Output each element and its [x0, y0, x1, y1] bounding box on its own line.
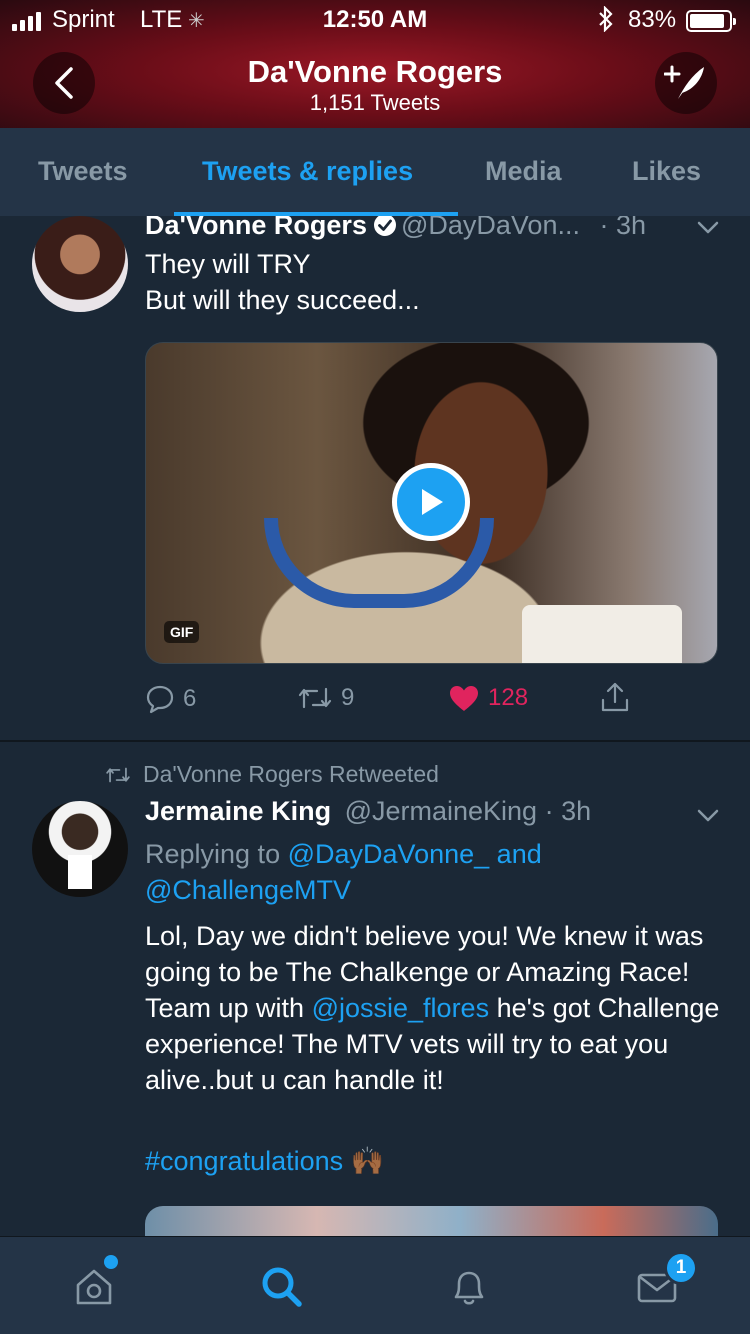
tweet-feed[interactable]: Da'Vonne Rogers @DayDaVon... · 3h They wi… — [0, 216, 750, 1236]
tweet-divider — [0, 740, 750, 742]
tweet-count: 1,151 Tweets — [309, 90, 441, 115]
mention-link[interactable]: @ChallengeMTV — [145, 875, 351, 905]
avatar[interactable] — [32, 801, 128, 897]
retweet-icon — [298, 687, 332, 709]
retweeted-by: Da'Vonne Rogers Retweeted — [105, 761, 439, 788]
retweet-button[interactable]: 9 — [297, 684, 354, 712]
search-icon — [262, 1267, 302, 1307]
reply-icon — [146, 685, 174, 714]
replying-prefix: Replying to — [145, 839, 281, 869]
tweet-text: Lol, Day we didn't believe you! We knew … — [145, 918, 725, 1098]
mention-link[interactable]: @DayDaVonne_ — [288, 839, 490, 869]
tab-likes[interactable]: Likes — [632, 156, 701, 187]
replying-and: and — [496, 839, 542, 869]
replying-to: Replying to @DayDaVonne_ and @ChallengeM… — [145, 836, 725, 908]
bell-icon — [454, 1271, 484, 1305]
tweet-header: Jermaine King @JermaineKing · 3h — [145, 796, 591, 827]
compose-tweet-button[interactable] — [655, 52, 717, 114]
retweeted-by-label[interactable]: Da'Vonne Rogers Retweeted — [143, 761, 439, 788]
gif-badge: GIF — [164, 621, 200, 643]
mention-link[interactable]: @jossie_flores — [312, 993, 489, 1023]
battery-icon — [686, 10, 736, 32]
notifications-tab[interactable] — [441, 1259, 497, 1315]
profile-header: Sprint LTE ✳ 12:50 AM 83% Da'Vonne Roger… — [0, 0, 750, 128]
like-button[interactable]: 128 — [448, 684, 528, 712]
media-image-detail — [522, 605, 682, 663]
status-bar: Sprint LTE ✳ 12:50 AM 83% — [0, 0, 750, 40]
search-tab[interactable] — [254, 1259, 310, 1315]
play-icon — [422, 489, 443, 515]
home-icon — [76, 1269, 112, 1305]
tweet-time: · 3h — [599, 216, 647, 240]
compose-feather-icon — [664, 65, 704, 99]
chevron-down-icon[interactable] — [696, 220, 720, 241]
tweet-media[interactable] — [145, 1206, 718, 1236]
bluetooth-icon — [597, 5, 615, 39]
avatar[interactable] — [32, 216, 128, 312]
verified-badge-icon — [373, 216, 397, 244]
bottom-tab-bar: 1 — [0, 1236, 750, 1334]
tweet-text-line: They will TRY — [145, 249, 311, 279]
hashtag-link[interactable]: #congratulations — [145, 1146, 343, 1176]
heart-icon — [450, 686, 478, 711]
media-image-detail — [264, 518, 494, 608]
messages-badge: 1 — [664, 1251, 698, 1285]
author-handle: @JermaineKing — [344, 796, 538, 826]
tab-media[interactable]: Media — [485, 156, 562, 187]
profile-name: Da'Vonne Rogers — [247, 54, 503, 89]
tab-tweets[interactable]: Tweets — [38, 156, 128, 187]
play-button[interactable] — [392, 463, 470, 541]
share-icon — [601, 682, 629, 712]
hashtag-line: #congratulations 🙌🏾 — [145, 1143, 725, 1179]
reply-count: 6 — [183, 685, 197, 712]
share-button[interactable] — [598, 680, 632, 714]
author-name[interactable]: Jermaine King — [145, 796, 331, 826]
tweet-time: · 3h — [544, 796, 592, 826]
retweet-icon — [106, 767, 130, 782]
profile-tabs: Tweets Tweets & replies Media Likes — [0, 128, 750, 216]
tab-tweets-and-replies[interactable]: Tweets & replies — [202, 156, 413, 187]
author-handle: @DayDaVon... — [400, 216, 580, 240]
tweet-text-line: But will they succeed... — [145, 285, 420, 315]
raised-hands-emoji: 🙌🏾 — [350, 1146, 385, 1176]
tweet-text: They will TRY But will they succeed... — [145, 246, 725, 318]
tweet-actions: 6 9 128 — [145, 682, 735, 724]
retweet-count: 9 — [341, 684, 355, 711]
reply-button[interactable]: 6 — [145, 684, 196, 714]
author-name[interactable]: Da'Vonne Rogers — [145, 216, 367, 240]
new-content-dot — [104, 1255, 118, 1269]
tweet-header: Da'Vonne Rogers @DayDaVon... · 3h — [145, 216, 646, 244]
gif-media[interactable]: GIF — [145, 342, 718, 664]
chevron-down-icon[interactable] — [696, 808, 720, 829]
battery-percent: 83% — [628, 6, 677, 33]
like-count: 128 — [488, 684, 529, 711]
